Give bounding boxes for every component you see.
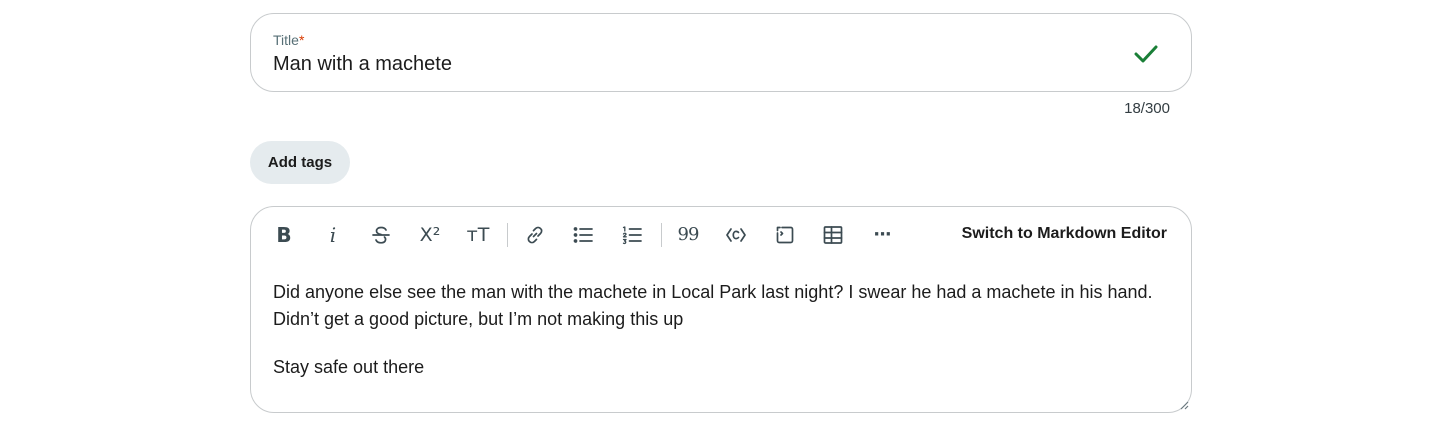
strikethrough-button[interactable] (364, 220, 398, 250)
bulleted-list-button[interactable] (566, 220, 600, 250)
toolbar-divider (507, 223, 508, 247)
title-label-text: Title (273, 32, 299, 48)
table-button[interactable] (816, 220, 850, 250)
title-input[interactable]: Man with a machete (273, 53, 452, 76)
add-tags-button[interactable]: Add tags (250, 141, 350, 184)
link-icon (527, 226, 543, 244)
required-mark: * (298, 32, 305, 48)
post-body-editor[interactable]: B i X² ᴛT 99 ··· Switch to Markdown Edit… (250, 206, 1192, 413)
bold-icon: B (276, 223, 292, 247)
code-block-icon (776, 226, 794, 244)
resize-handle-icon[interactable] (1179, 400, 1189, 410)
link-button[interactable] (518, 220, 552, 250)
title-field[interactable]: Title* Man with a machete (250, 13, 1192, 92)
body-paragraph: Stay safe out there (273, 357, 425, 377)
superscript-button[interactable]: X² (413, 220, 447, 250)
heading-button[interactable]: ᴛT (461, 220, 495, 250)
title-char-counter: 18/300 (1124, 100, 1170, 117)
code-button[interactable] (719, 220, 753, 250)
check-icon (1134, 45, 1158, 63)
more-options-button[interactable]: ··· (865, 220, 899, 250)
table-icon (823, 226, 843, 244)
numbered-list-icon (622, 226, 642, 245)
body-paragraph: Did anyone else see the man with the mac… (273, 282, 1153, 329)
italic-icon: i (329, 223, 337, 247)
superscript-icon: X² (419, 223, 441, 246)
bulleted-list-icon (573, 227, 593, 243)
formatting-toolbar: B i X² ᴛT 99 ··· Switch to Markdown Edit… (251, 207, 1191, 263)
heading-icon: ᴛT (466, 223, 490, 246)
post-body-text[interactable]: Did anyone else see the man with the mac… (273, 279, 1163, 402)
more-icon: ··· (873, 224, 891, 245)
toolbar-divider (661, 223, 662, 247)
quote-icon: 99 (677, 224, 700, 245)
numbered-list-button[interactable] (615, 220, 649, 250)
code-block-button[interactable] (768, 220, 802, 250)
code-icon (726, 228, 746, 242)
quote-button[interactable]: 99 (671, 220, 705, 250)
italic-button[interactable]: i (316, 220, 350, 250)
strikethrough-icon (372, 226, 390, 244)
bold-button[interactable]: B (267, 220, 301, 250)
switch-to-markdown-button[interactable]: Switch to Markdown Editor (962, 225, 1167, 243)
title-label: Title* (273, 32, 304, 48)
